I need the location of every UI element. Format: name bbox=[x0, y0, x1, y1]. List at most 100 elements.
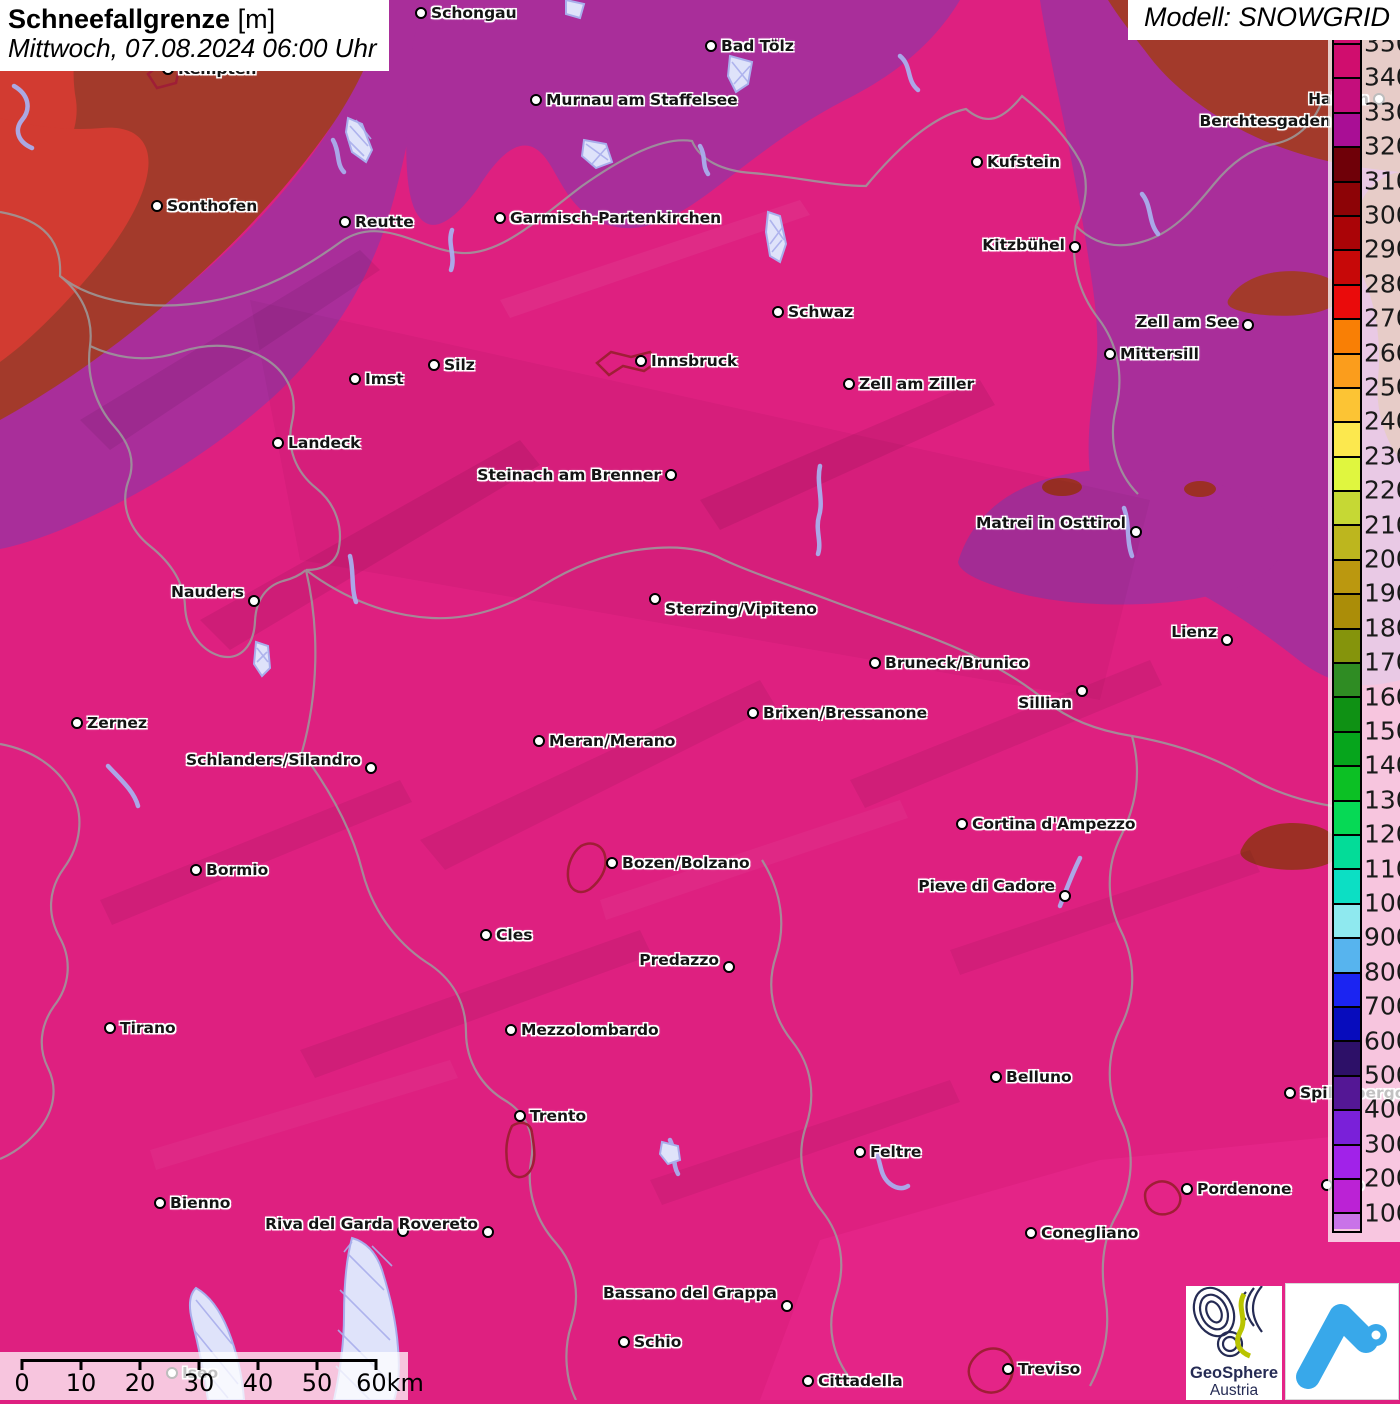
city-dot bbox=[71, 717, 83, 729]
title-variable: Schneefallgrenze bbox=[8, 4, 231, 34]
city-label: Mittersill bbox=[1120, 345, 1199, 363]
colorbar-tick-label: 2300 bbox=[1364, 441, 1400, 471]
colorbar-tick-label: 1500 bbox=[1364, 716, 1400, 746]
colorbar-tick-label: 500 bbox=[1364, 1060, 1400, 1090]
geosphere-org-country: Austria bbox=[1209, 1382, 1259, 1399]
city-dot bbox=[1002, 1363, 1014, 1375]
city-label: Mezzolombardo bbox=[521, 1021, 659, 1039]
city-label: Lienz bbox=[1171, 623, 1217, 641]
city-label: Belluno bbox=[1006, 1068, 1072, 1086]
city-label: Schlanders/Silandro bbox=[185, 751, 361, 769]
city-label: Bozen/Bolzano bbox=[622, 854, 750, 872]
city-dot bbox=[635, 355, 647, 367]
city-dot bbox=[1130, 526, 1142, 538]
colorbar-segment bbox=[1334, 1074, 1360, 1110]
snowfall-limit-map: SchongauBad TölzKemptenMurnau am Staffel… bbox=[0, 0, 1400, 1400]
city-label: Landeck bbox=[288, 434, 361, 452]
city-label: Bassano del Grappa bbox=[602, 1284, 777, 1302]
city-label: Meran/Merano bbox=[549, 732, 676, 750]
colorbar-tick-label: 2600 bbox=[1364, 338, 1400, 368]
colorbar-segment bbox=[1334, 283, 1360, 319]
city-label: Sterzing/Vipiteno bbox=[665, 600, 817, 618]
city-label: Pordenone bbox=[1197, 1180, 1292, 1198]
city-dot bbox=[665, 469, 677, 481]
city-dot bbox=[723, 961, 735, 973]
city-dot bbox=[349, 373, 361, 385]
city-dot bbox=[747, 707, 759, 719]
city-label: Brixen/Bressanone bbox=[763, 704, 928, 722]
scalebar-tick-label: 10 bbox=[65, 1369, 97, 1397]
scalebar-tick-label: 50 bbox=[301, 1369, 333, 1397]
colorbar-segment bbox=[1334, 627, 1360, 663]
colorbar-tick-label: 3000 bbox=[1364, 200, 1400, 230]
colorbar-segment bbox=[1334, 43, 1360, 78]
colorbar-segment bbox=[1334, 455, 1360, 491]
city-label: Bienno bbox=[170, 1194, 231, 1212]
city-dot bbox=[339, 216, 351, 228]
scalebar-tick-label: 60km bbox=[356, 1369, 424, 1397]
colorbar-tick-label: 2900 bbox=[1364, 234, 1400, 264]
colorbar-tick-label: 2400 bbox=[1364, 406, 1400, 436]
city-label: Zell am Ziller bbox=[859, 375, 975, 393]
colorbar-segment bbox=[1334, 180, 1360, 215]
map-timestamp: Mittwoch, 07.08.2024 06:00 Uhr bbox=[8, 33, 377, 63]
city-dot bbox=[533, 735, 545, 747]
colorbar-tick-label: 700 bbox=[1364, 991, 1400, 1021]
colorbar-tick-label: 3400 bbox=[1364, 62, 1400, 92]
city-label: Sillian bbox=[1018, 694, 1072, 712]
city-label: Reutte bbox=[355, 213, 414, 231]
geosphere-org-name: GeoSphere bbox=[1189, 1364, 1279, 1382]
colorbar-tick-label: 1400 bbox=[1364, 750, 1400, 780]
colorbar-segment bbox=[1334, 77, 1360, 112]
city-dot bbox=[190, 864, 202, 876]
city-label: Tirano bbox=[120, 1019, 176, 1037]
colorbar-tick-label: 800 bbox=[1364, 957, 1400, 987]
city-dot bbox=[415, 7, 427, 19]
colorbar-tick-label: 300 bbox=[1364, 1129, 1400, 1159]
city-dot bbox=[802, 1375, 814, 1387]
city-dot bbox=[971, 156, 983, 168]
city-dot bbox=[494, 212, 506, 224]
colorbar-segment bbox=[1334, 799, 1360, 834]
city-dot bbox=[1242, 319, 1254, 331]
colorbar-tick-label: 2000 bbox=[1364, 544, 1400, 574]
region-darkred-spot-2 bbox=[1184, 481, 1216, 497]
colorbar-segment bbox=[1334, 421, 1360, 456]
city-label: Kufstein bbox=[987, 153, 1061, 171]
city-label: Silz bbox=[444, 356, 475, 374]
colorbar-segment bbox=[1334, 1177, 1360, 1213]
city-dot bbox=[705, 40, 717, 52]
city-label: Bad Tölz bbox=[721, 37, 794, 55]
colorbar-tick-label: 2500 bbox=[1364, 372, 1400, 402]
colorbar-segment bbox=[1334, 593, 1360, 628]
colorbar-segment bbox=[1334, 696, 1360, 731]
city-label: Cles bbox=[496, 926, 533, 944]
colorbar-tick-label: 200 bbox=[1364, 1163, 1400, 1193]
city-label: Matrei in Osttirol bbox=[975, 514, 1126, 532]
city-label: Bruneck/Brunico bbox=[885, 654, 1029, 672]
city-label: Sonthofen bbox=[167, 197, 258, 215]
colorbar-tick-label: 3200 bbox=[1364, 131, 1400, 161]
city-dot bbox=[248, 595, 260, 607]
city-dot bbox=[781, 1300, 793, 1312]
city-dot bbox=[854, 1146, 866, 1158]
colorbar-tick-label: 600 bbox=[1364, 1026, 1400, 1056]
city-label: Schio bbox=[634, 1333, 682, 1351]
colorbar-segment bbox=[1334, 490, 1360, 525]
city-dot bbox=[1181, 1183, 1193, 1195]
city-dot bbox=[530, 94, 542, 106]
colorbar-tick-label: 1700 bbox=[1364, 647, 1400, 677]
city-label: Cortina d'Ampezzo bbox=[972, 815, 1136, 833]
city-label: Schongau bbox=[431, 4, 517, 22]
city-dot bbox=[104, 1022, 116, 1034]
city-dot bbox=[505, 1024, 517, 1036]
city-dot bbox=[272, 437, 284, 449]
scalebar-tick-label: 0 bbox=[14, 1369, 30, 1397]
city-dot bbox=[428, 359, 440, 371]
city-label: Feltre bbox=[870, 1143, 922, 1161]
geosphere-logo-box: GeoSphere Austria bbox=[1186, 1285, 1282, 1400]
colorbar-segment bbox=[1334, 386, 1360, 422]
city-dot bbox=[956, 818, 968, 830]
city-label: Trento bbox=[530, 1107, 587, 1125]
colorbar bbox=[1332, 24, 1362, 1233]
